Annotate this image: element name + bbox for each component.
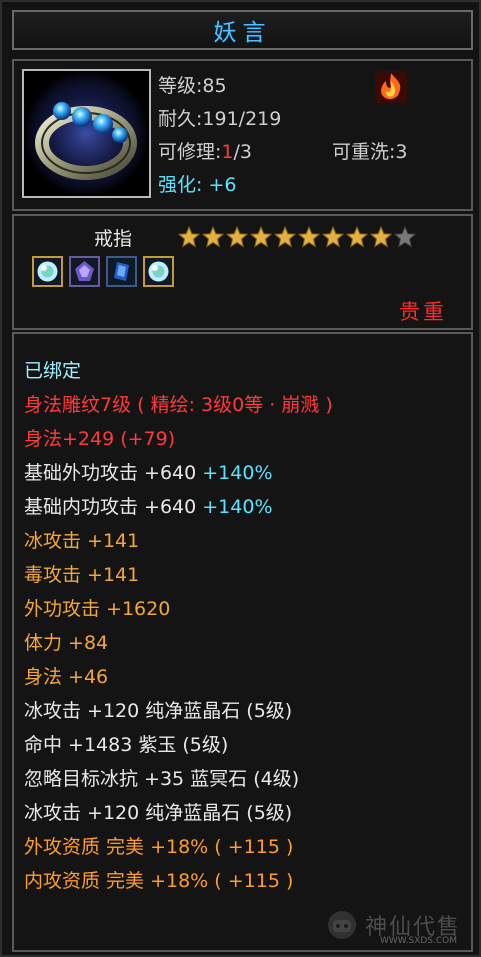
level-label: 等级 bbox=[158, 75, 197, 97]
attribute-line: 内攻资质 完美 +18% ( +115 ) bbox=[24, 864, 333, 898]
mascot-logo-icon bbox=[327, 911, 356, 939]
attribute-line: 毒攻击 +141 bbox=[24, 558, 333, 592]
item-tooltip: 妖言 等级:85 耐久:191/219 可修理:1/3 可重洗:3 强化: +6… bbox=[0, 0, 481, 957]
attribute-text: 毒攻击 +141 bbox=[24, 564, 140, 586]
level-row: 等级:85 bbox=[158, 71, 227, 98]
item-type: 戒指 bbox=[94, 228, 133, 250]
attribute-line: 身法+249 (+79) bbox=[24, 422, 333, 456]
attribute-line: 基础内功攻击 +640 +140% bbox=[24, 490, 333, 524]
attribute-text: 体力 +84 bbox=[24, 632, 109, 654]
quality-label: 贵重 bbox=[399, 300, 447, 324]
rewash-row: 可重洗:3 bbox=[332, 137, 408, 164]
star-filled-icon bbox=[250, 226, 272, 248]
durability-value: :191/219 bbox=[196, 108, 282, 130]
attribute-text: +140% bbox=[202, 496, 273, 518]
rewash-value: 3 bbox=[395, 141, 408, 163]
watermark-url: WWW.SXDS.COM bbox=[379, 936, 457, 946]
attribute-text: 身法 +46 bbox=[24, 666, 109, 688]
ring-item-icon bbox=[22, 69, 151, 198]
star-filled-icon bbox=[298, 226, 320, 248]
attribute-line: 外攻资质 完美 +18% ( +115 ) bbox=[24, 830, 333, 864]
attribute-text: 内攻资质 完美 +18% ( +115 ) bbox=[24, 870, 294, 892]
repair-total: /3 bbox=[233, 141, 253, 163]
attribute-line: 忽略目标冰抗 +35 蓝冥石 (4级) bbox=[24, 762, 333, 796]
attribute-line: 冰攻击 +120 纯净蓝晶石 (5级) bbox=[24, 694, 333, 728]
attribute-line: 外功攻击 +1620 bbox=[24, 592, 333, 626]
star-filled-icon bbox=[274, 226, 296, 248]
star-rating bbox=[178, 226, 416, 248]
attribute-line: 已绑定 bbox=[24, 354, 333, 388]
attribute-text: 冰攻击 +120 纯净蓝晶石 (5级) bbox=[24, 700, 293, 722]
attribute-line: 基础外功攻击 +640 +140% bbox=[24, 456, 333, 490]
gem-light-icon bbox=[37, 261, 58, 282]
attributes-panel: 已绑定身法雕纹7级 ( 精绘: 3级0等 · 崩溅 ) 身法+249 (+79) 基… bbox=[12, 332, 473, 952]
star-filled-icon bbox=[370, 226, 392, 248]
attribute-line: 体力 +84 bbox=[24, 626, 333, 660]
gem-slot-4[interactable] bbox=[143, 256, 174, 287]
attribute-line: 命中 +1483 紫玉 (5级) bbox=[24, 728, 333, 762]
star-filled-icon bbox=[202, 226, 224, 248]
gem-slot-3[interactable] bbox=[106, 256, 137, 287]
item-type-panel: 戒指 贵重 bbox=[12, 214, 473, 330]
item-name: 妖言 bbox=[213, 20, 272, 46]
enhance-row: 强化: +6 bbox=[158, 170, 236, 197]
attribute-text: 外功攻击 +1620 bbox=[24, 598, 171, 620]
attribute-text: +140% bbox=[202, 462, 273, 484]
repair-label: 可修理: bbox=[158, 141, 222, 163]
gem-slot-2[interactable] bbox=[69, 256, 100, 287]
gem-light-icon bbox=[148, 261, 169, 282]
gem-slot-1[interactable] bbox=[32, 256, 63, 287]
attribute-text: 身法雕纹7级 ( 精绘: 3级0等 · 崩溅 ) bbox=[24, 394, 333, 416]
attribute-list: 已绑定身法雕纹7级 ( 精绘: 3级0等 · 崩溅 ) 身法+249 (+79) 基… bbox=[24, 354, 333, 898]
item-header-panel: 等级:85 耐久:191/219 可修理:1/3 可重洗:3 强化: +6 bbox=[12, 59, 473, 211]
attribute-text: 基础内功攻击 +640 bbox=[24, 496, 203, 518]
attribute-text: 冰攻击 +120 纯净蓝晶石 (5级) bbox=[24, 802, 293, 824]
enhance-label: 强化: bbox=[158, 174, 209, 196]
fire-badge-icon bbox=[371, 67, 411, 107]
gem-purple-icon bbox=[75, 261, 94, 281]
repair-row: 可修理:1/3 bbox=[158, 137, 252, 164]
attribute-text: 命中 +1483 紫玉 (5级) bbox=[24, 734, 229, 756]
attribute-text: 冰攻击 +141 bbox=[24, 530, 140, 552]
attribute-line: 身法 +46 bbox=[24, 660, 333, 694]
star-filled-icon bbox=[178, 226, 200, 248]
enhance-value: +6 bbox=[208, 174, 237, 196]
rewash-label: 可重洗: bbox=[332, 141, 396, 163]
item-title-bar: 妖言 bbox=[12, 10, 473, 50]
repair-current: 1 bbox=[221, 141, 234, 163]
star-filled-icon bbox=[346, 226, 368, 248]
attribute-text: 忽略目标冰抗 +35 蓝冥石 (4级) bbox=[24, 768, 300, 790]
attribute-text: 外攻资质 完美 +18% ( +115 ) bbox=[24, 836, 294, 858]
attribute-line: 冰攻击 +120 纯净蓝晶石 (5级) bbox=[24, 796, 333, 830]
star-filled-icon bbox=[322, 226, 344, 248]
star-empty-icon bbox=[394, 226, 416, 248]
durability-row: 耐久:191/219 bbox=[158, 104, 281, 131]
attribute-text: 已绑定 bbox=[24, 360, 82, 382]
gem-blue-icon bbox=[114, 262, 129, 281]
level-value: :85 bbox=[196, 75, 227, 97]
attribute-text: 身法+249 (+79) bbox=[24, 428, 176, 450]
gem-slots bbox=[32, 256, 174, 287]
attribute-text: 基础外功攻击 +640 bbox=[24, 462, 203, 484]
durability-label: 耐久 bbox=[158, 108, 197, 130]
attribute-line: 身法雕纹7级 ( 精绘: 3级0等 · 崩溅 ) bbox=[24, 388, 333, 422]
star-filled-icon bbox=[226, 226, 248, 248]
attribute-line: 冰攻击 +141 bbox=[24, 524, 333, 558]
